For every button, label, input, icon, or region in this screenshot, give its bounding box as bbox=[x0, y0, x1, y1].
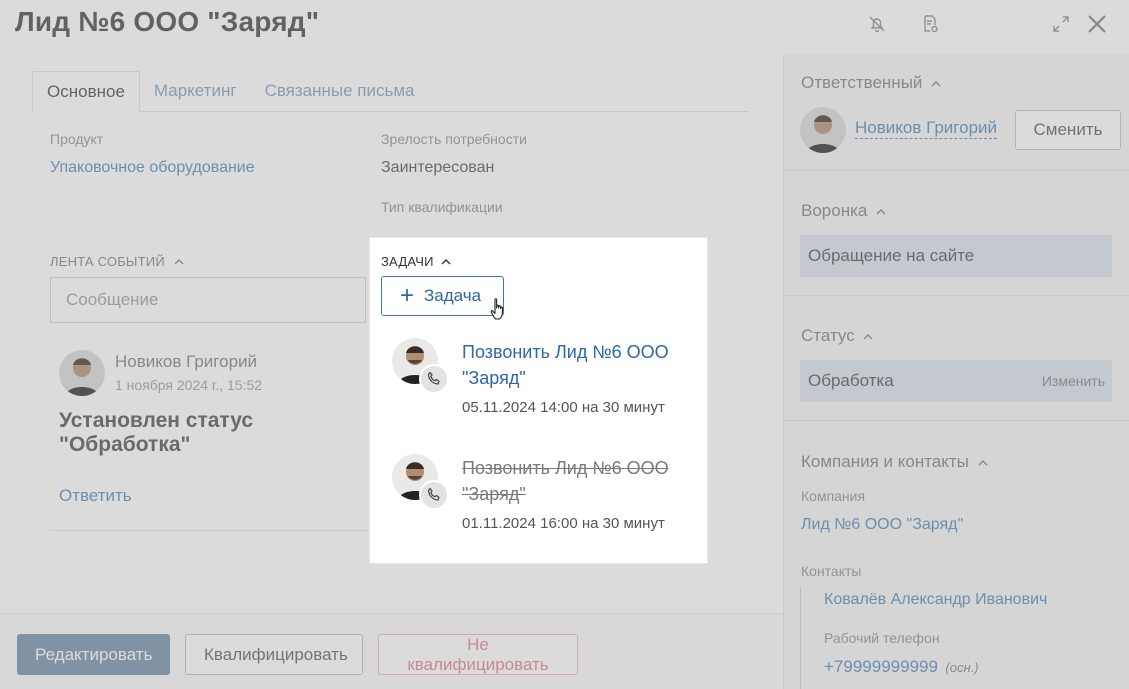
company-title[interactable]: Компания и контакты bbox=[801, 452, 988, 472]
tab-bar: Основное Маркетинг Связанные письма bbox=[32, 71, 748, 112]
avatar bbox=[59, 350, 105, 396]
task-date: 05.11.2024 14:00 bbox=[462, 399, 578, 416]
add-task-label: Задача bbox=[424, 286, 482, 305]
qualify-button[interactable]: Квалифицировать bbox=[185, 634, 363, 675]
edit-button[interactable]: Редактировать bbox=[17, 634, 170, 675]
company-label: Компания bbox=[801, 488, 866, 504]
reply-link[interactable]: Ответить bbox=[59, 486, 132, 506]
status-title-text: Статус bbox=[801, 326, 855, 345]
bell-off-icon[interactable] bbox=[865, 12, 889, 36]
task-title-completed[interactable]: Позвонить Лид №6 ООО "Заряд" bbox=[462, 455, 692, 507]
company-title-text: Компания и контакты bbox=[801, 452, 969, 471]
product-value[interactable]: Упаковочное оборудование bbox=[50, 159, 255, 177]
tab-marketing[interactable]: Маркетинг bbox=[140, 71, 251, 111]
phone-icon bbox=[419, 480, 449, 510]
responsible-name[interactable]: Новиков Григорий bbox=[855, 118, 998, 139]
expand-icon[interactable] bbox=[1049, 12, 1073, 36]
chevron-up-icon bbox=[441, 259, 451, 265]
product-label: Продукт bbox=[50, 131, 104, 147]
contact-indent-bar bbox=[800, 587, 801, 689]
divider bbox=[783, 295, 1129, 296]
maturity-label: Зрелость потребности bbox=[381, 131, 527, 147]
close-icon[interactable] bbox=[1085, 12, 1109, 36]
contacts-label: Контакты bbox=[801, 563, 862, 579]
task-time: 01.11.2024 16:00 на 30 минут bbox=[462, 515, 665, 532]
hand-cursor-icon bbox=[490, 298, 504, 320]
document-settings-icon[interactable] bbox=[918, 12, 942, 36]
status-change-link[interactable]: Изменить bbox=[1042, 373, 1105, 389]
add-task-button[interactable]: + Задача bbox=[381, 276, 504, 316]
task-duration: на 30 минут bbox=[581, 515, 665, 532]
tasks-panel: ЗАДАЧИ + Задача Позвонить Лид №6 ООО "За… bbox=[370, 238, 707, 563]
tasks-title[interactable]: ЗАДАЧИ bbox=[381, 254, 451, 269]
responsible-title-text: Ответственный bbox=[801, 73, 923, 92]
maturity-value: Заинтересован bbox=[381, 159, 495, 176]
funnel-value: Обращение на сайте bbox=[808, 246, 975, 265]
divider bbox=[50, 530, 368, 531]
tab-main[interactable]: Основное bbox=[32, 71, 140, 112]
task-date: 01.11.2024 16:00 bbox=[462, 515, 578, 532]
chevron-up-icon bbox=[863, 334, 873, 340]
company-value[interactable]: Лид №6 ООО "Заряд" bbox=[801, 516, 963, 534]
event-author: Новиков Григорий bbox=[115, 352, 258, 371]
chevron-up-icon bbox=[978, 460, 988, 466]
funnel-title[interactable]: Воронка bbox=[801, 201, 886, 221]
funnel-field[interactable]: Обращение на сайте bbox=[800, 235, 1112, 277]
change-responsible-button[interactable]: Сменить bbox=[1015, 110, 1121, 150]
chevron-up-icon bbox=[876, 209, 886, 215]
phone-note: (осн.) bbox=[945, 660, 979, 675]
event-date: 1 ноября 2024 г., 15:52 bbox=[115, 377, 263, 393]
phone-icon bbox=[419, 364, 449, 394]
phone-value[interactable]: +79999999999 bbox=[824, 657, 938, 676]
tasks-title-text: ЗАДАЧИ bbox=[381, 254, 434, 269]
task-title[interactable]: Позвонить Лид №6 ООО "Заряд" bbox=[462, 339, 692, 391]
chevron-up-icon bbox=[931, 81, 941, 87]
task-duration: на 30 минут bbox=[581, 399, 665, 416]
divider bbox=[783, 170, 1129, 171]
disqualify-button[interactable]: Не квалифицировать bbox=[378, 634, 578, 675]
divider bbox=[783, 420, 1129, 421]
phone-row: +79999999999 (осн.) bbox=[824, 657, 979, 677]
tab-related-emails[interactable]: Связанные письма bbox=[251, 71, 429, 111]
message-input[interactable]: Сообщение bbox=[50, 277, 366, 323]
chevron-up-icon bbox=[174, 259, 184, 265]
status-field: Обработка Изменить bbox=[800, 360, 1112, 402]
contact-name[interactable]: Ковалёв Александр Иванович bbox=[824, 591, 1047, 609]
phone-label: Рабочий телефон bbox=[824, 630, 940, 646]
status-value: Обработка bbox=[808, 371, 894, 390]
page-title: Лид №6 ООО "Заряд" bbox=[15, 6, 320, 37]
feed-title-text: ЛЕНТА СОБЫТИЙ bbox=[50, 254, 165, 269]
plus-icon: + bbox=[400, 282, 415, 309]
task-time: 05.11.2024 14:00 на 30 минут bbox=[462, 399, 665, 416]
funnel-title-text: Воронка bbox=[801, 201, 868, 220]
message-placeholder: Сообщение bbox=[66, 290, 159, 309]
responsible-title[interactable]: Ответственный bbox=[801, 73, 941, 93]
qualification-label: Тип квалификации bbox=[381, 199, 503, 215]
status-title[interactable]: Статус bbox=[801, 326, 873, 346]
feed-title[interactable]: ЛЕНТА СОБЫТИЙ bbox=[50, 254, 184, 269]
event-text: Установлен статус "Обработка" bbox=[59, 409, 254, 456]
avatar bbox=[800, 107, 846, 153]
